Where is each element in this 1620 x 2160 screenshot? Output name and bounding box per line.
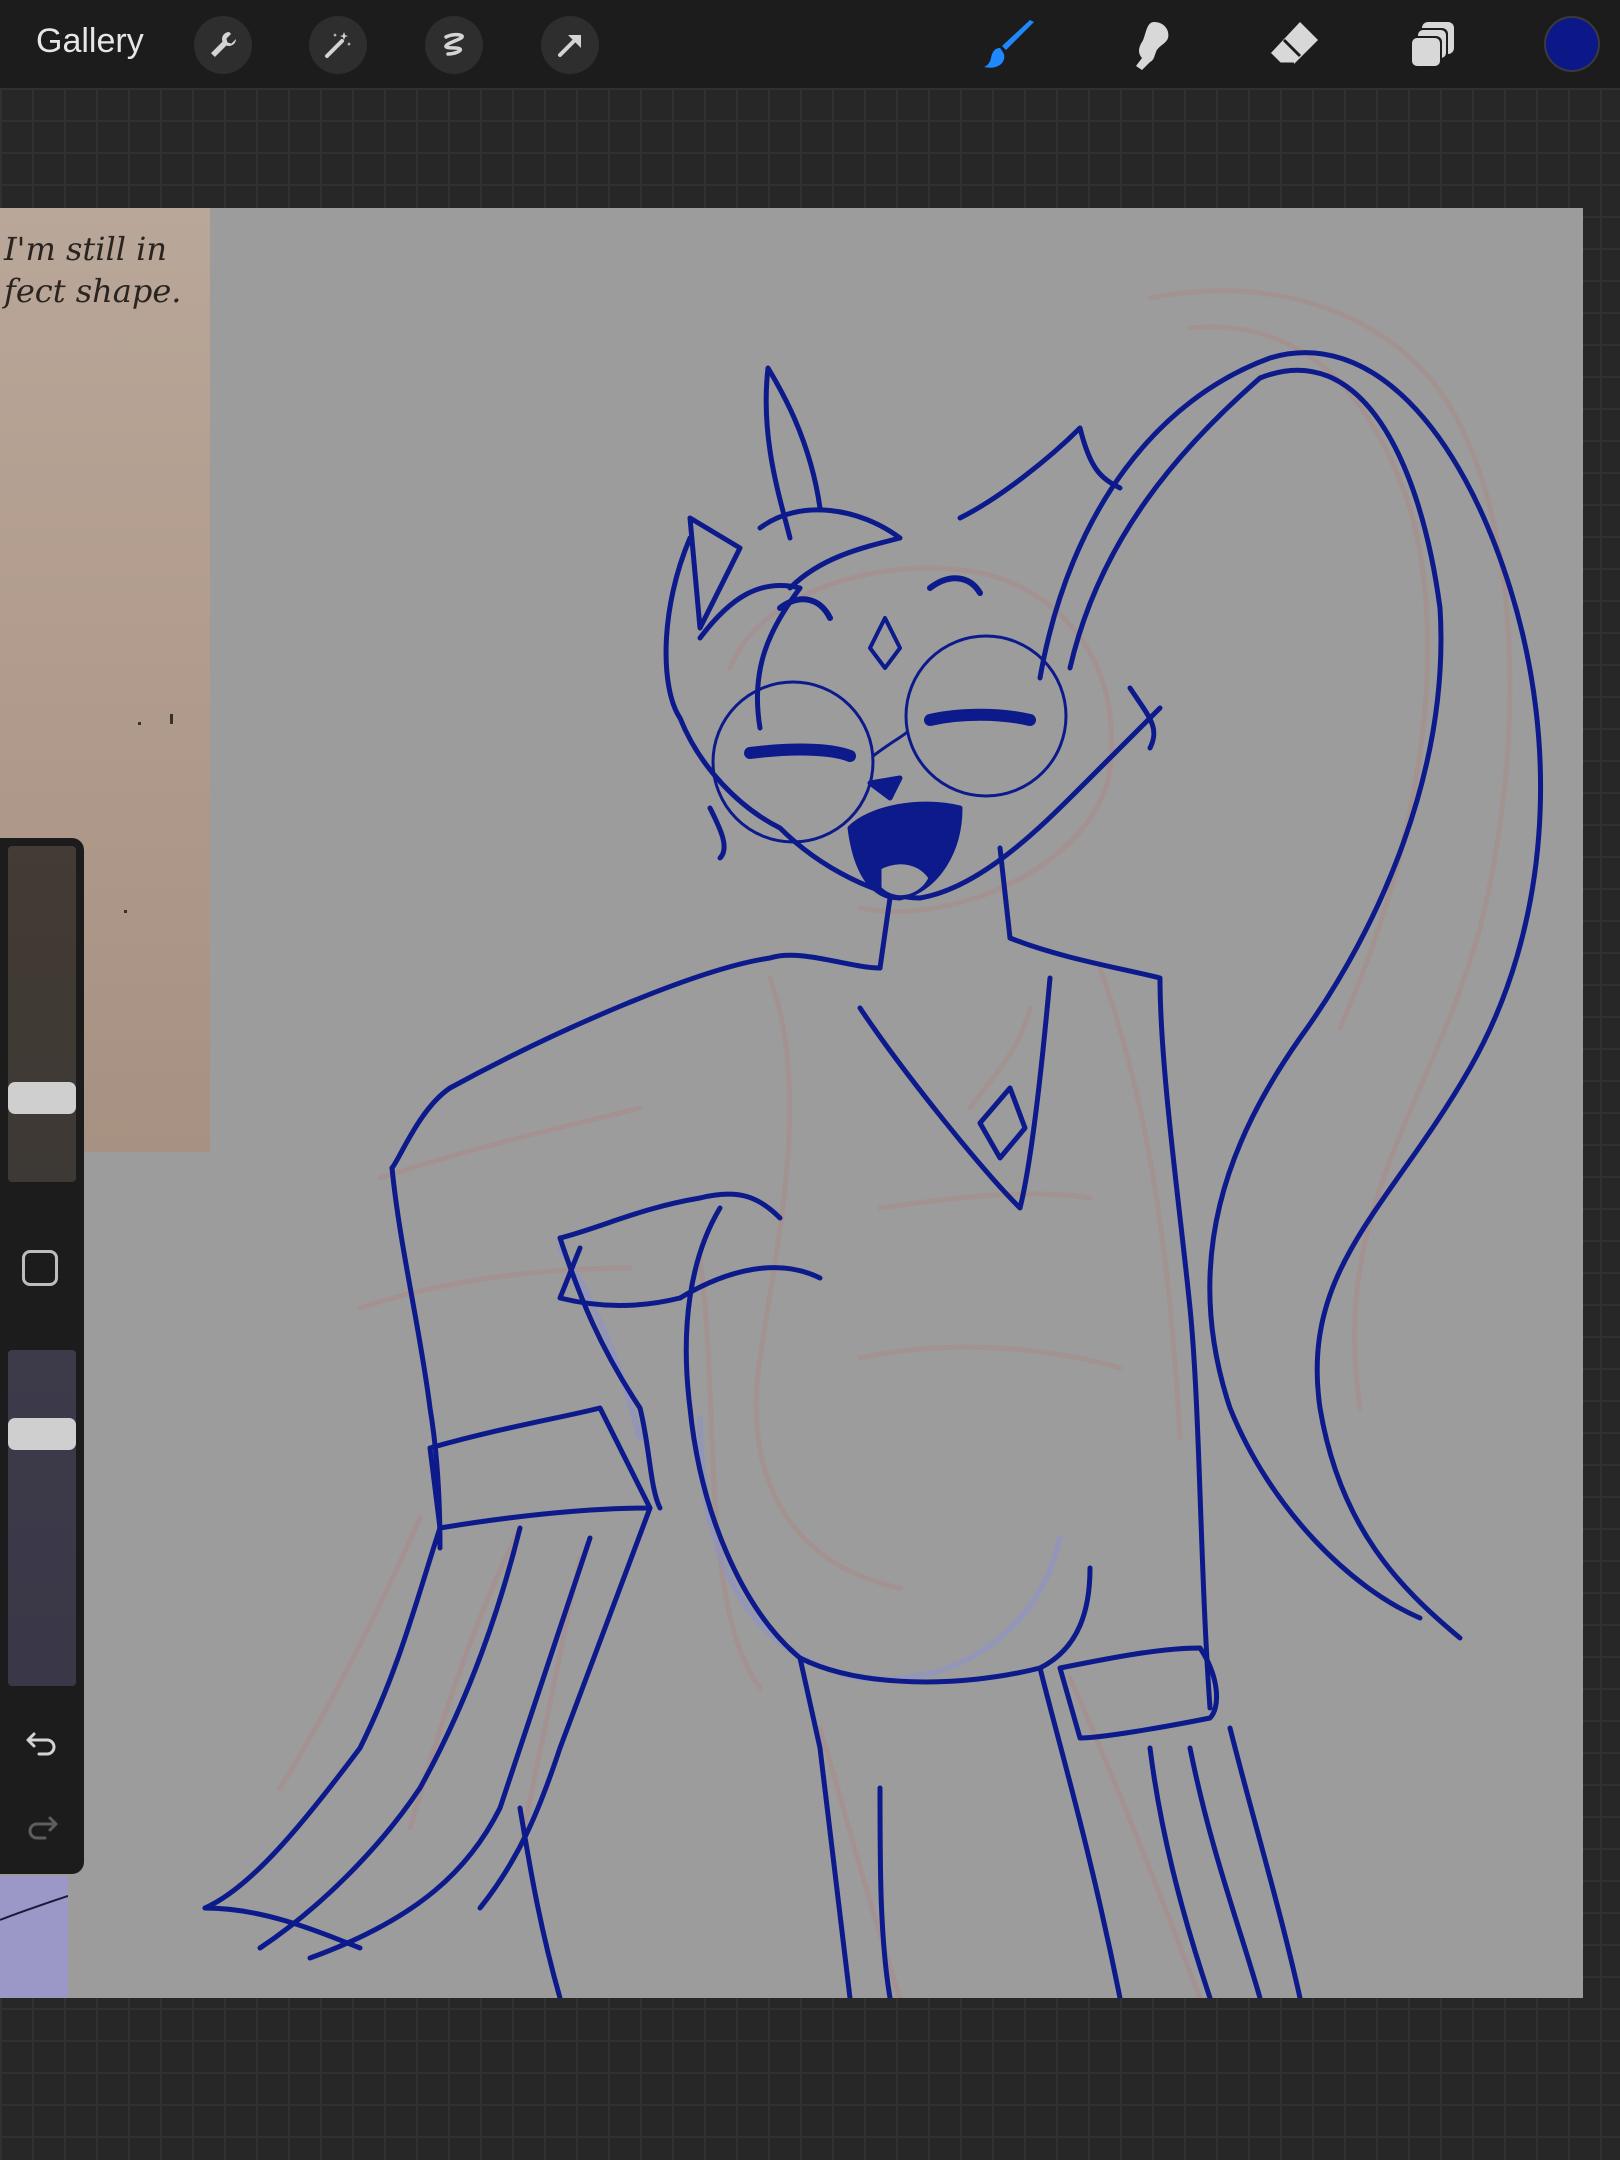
line-art-layer [202,350,1544,1998]
color-swatch-button[interactable] [1544,16,1600,72]
selection-icon [444,32,464,56]
brush-tool-button[interactable] [980,14,1042,76]
character-sketch [202,288,1544,1998]
transform-arrow-icon [558,35,581,57]
smudge-icon [1136,22,1169,70]
smudge-tool-button[interactable] [1120,14,1182,76]
redo-button[interactable] [18,1804,66,1852]
actions-button[interactable] [194,16,252,74]
modify-square-icon[interactable] [22,1250,58,1286]
drawing-canvas[interactable]: I'm still in fect shape. [0,208,1583,1998]
brush-size-slider[interactable] [8,846,76,1182]
eraser-icon [1268,22,1318,66]
brush-sidebar [0,838,84,1874]
rough-sketch-layer [277,288,1513,1998]
top-toolbar: Gallery [0,0,1620,88]
gallery-button[interactable]: Gallery [36,22,144,61]
wrench-icon [211,32,236,57]
undo-button[interactable] [18,1720,66,1768]
eraser-tool-button[interactable] [1262,14,1324,76]
magic-wand-icon [325,32,351,58]
brush-size-thumb[interactable] [8,1082,76,1114]
opacity-thumb[interactable] [8,1418,76,1450]
layers-button[interactable] [1402,14,1464,76]
redo-icon [28,1816,58,1840]
undo-icon [26,1732,56,1756]
adjustments-button[interactable] [309,16,367,74]
selection-button[interactable] [425,16,483,74]
layers-icon [1410,22,1454,68]
opacity-slider[interactable] [8,1350,76,1686]
transform-button[interactable] [541,16,599,74]
brush-icon [984,20,1034,68]
color-blocking-layer [557,1245,1063,1683]
